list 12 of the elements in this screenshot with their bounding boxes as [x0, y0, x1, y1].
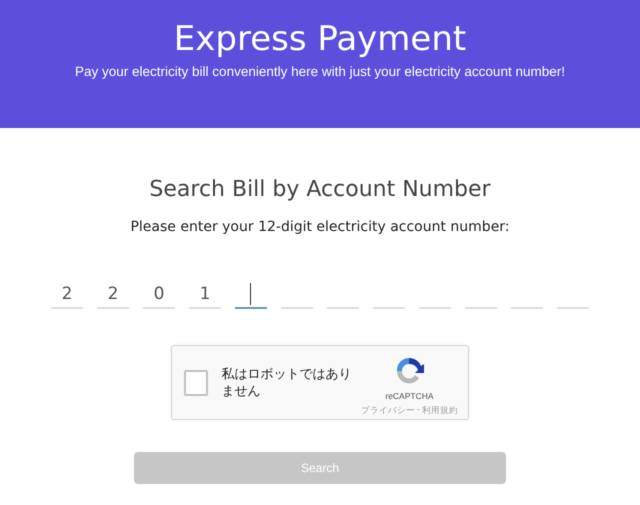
digit-field[interactable]: 0 [143, 281, 175, 309]
link-separator: - [416, 404, 420, 416]
instruction-text: Please enter your 12-digit electricity account number: [130, 219, 510, 235]
section-heading: Search Bill by Account Number [149, 176, 491, 204]
captcha-checkbox[interactable] [184, 370, 208, 396]
captcha-label: 私はロボットではありません [221, 366, 352, 400]
digit-field[interactable]: 2 [51, 281, 83, 309]
page-title: Express Payment [174, 18, 466, 60]
page-subtitle: Pay your electricity bill conveniently here with just your electricity account number! [75, 64, 565, 79]
digit-field[interactable]: 1 [189, 281, 221, 309]
captcha-brand: reCAPTCHA [385, 390, 434, 400]
digit-field[interactable]: 2 [97, 281, 129, 309]
